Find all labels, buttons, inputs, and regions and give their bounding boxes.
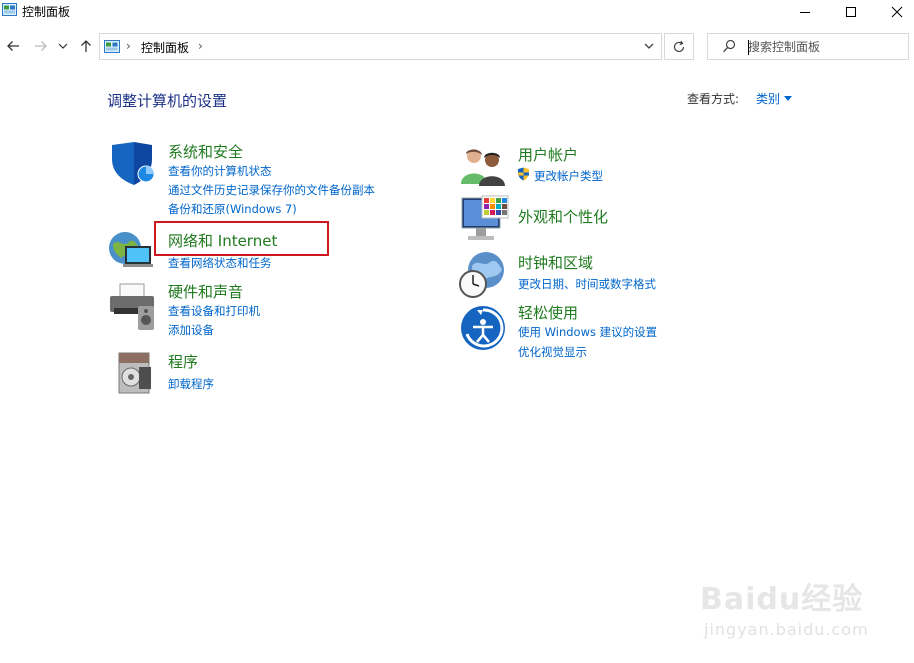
clock-globe-icon[interactable]	[458, 250, 508, 300]
breadcrumb-separator-icon[interactable]: ›	[198, 39, 203, 53]
uac-shield-icon	[518, 167, 529, 181]
devices-printers-link[interactable]: 查看设备和打印机	[168, 303, 260, 319]
minimize-icon	[800, 12, 810, 13]
recent-locations-button[interactable]	[56, 36, 70, 56]
refresh-icon	[673, 40, 685, 52]
window-title: 控制面板	[22, 5, 71, 19]
search-icon	[723, 39, 736, 53]
network-status-link[interactable]: 查看网络状态和任务	[168, 255, 272, 271]
dropdown-arrow-icon	[784, 96, 793, 101]
appearance-title[interactable]: 外观和个性化	[518, 206, 608, 227]
control-panel-icon	[2, 3, 17, 16]
breadcrumb-control-panel[interactable]: 控制面板	[141, 39, 189, 56]
programs-icon[interactable]	[113, 349, 155, 395]
search-input[interactable]	[748, 37, 898, 56]
highlight-box	[154, 221, 329, 256]
close-button[interactable]	[874, 0, 914, 24]
close-icon	[891, 6, 903, 18]
appearance-monitor-icon[interactable]	[460, 194, 510, 244]
add-device-link[interactable]: 添加设备	[168, 322, 214, 338]
back-button[interactable]	[3, 36, 23, 56]
forward-arrow-icon	[35, 41, 47, 51]
file-history-link[interactable]: 通过文件历史记录保存你的文件备份副本	[168, 182, 375, 198]
chevron-down-icon	[58, 43, 68, 49]
user-accounts-icon[interactable]	[460, 146, 506, 186]
view-computer-status-link[interactable]: 查看你的计算机状态	[168, 163, 272, 179]
address-bar[interactable]: › 控制面板 ›	[99, 33, 662, 60]
watermark-logo: Baidu经验	[700, 582, 864, 617]
network-globe-icon[interactable]	[107, 226, 157, 276]
control-panel-icon	[104, 40, 120, 53]
uninstall-program-link[interactable]: 卸载程序	[168, 376, 214, 392]
clock-region-title[interactable]: 时钟和区域	[518, 252, 593, 273]
optimize-display-link[interactable]: 优化视觉显示	[518, 344, 587, 360]
view-by-dropdown[interactable]: 类别	[756, 90, 793, 107]
up-button[interactable]	[76, 36, 96, 56]
shield-icon[interactable]	[108, 141, 156, 189]
up-arrow-icon	[81, 40, 91, 52]
system-security-title[interactable]: 系统和安全	[168, 141, 243, 162]
view-by-value[interactable]: 类别	[756, 90, 780, 107]
backup-restore-link[interactable]: 备份和还原(Windows 7)	[168, 201, 297, 217]
search-box[interactable]	[707, 33, 909, 60]
programs-title[interactable]: 程序	[168, 351, 198, 372]
change-account-type-link[interactable]: 更改帐户类型	[534, 168, 603, 184]
refresh-button[interactable]	[664, 33, 694, 60]
back-arrow-icon	[7, 41, 19, 51]
view-by-label: 查看方式:	[687, 92, 740, 106]
ease-of-access-icon[interactable]	[459, 304, 507, 352]
forward-button[interactable]	[31, 36, 51, 56]
recommended-settings-link[interactable]: 使用 Windows 建议的设置	[518, 324, 657, 340]
watermark-url: jingyan.baidu.com	[704, 620, 869, 639]
breadcrumb-separator-icon[interactable]: ›	[126, 39, 131, 53]
hardware-sound-title[interactable]: 硬件和声音	[168, 281, 243, 302]
maximize-icon	[846, 7, 856, 17]
title-bar: 控制面板	[0, 0, 914, 24]
chevron-down-icon[interactable]	[641, 38, 657, 54]
ease-of-access-title[interactable]: 轻松使用	[518, 302, 578, 323]
printer-icon[interactable]	[108, 282, 158, 332]
watermark: Baidu经验 jingyan.baidu.com	[700, 574, 900, 644]
user-accounts-title[interactable]: 用户帐户	[518, 144, 578, 165]
minimize-button[interactable]	[782, 0, 828, 24]
maximize-button[interactable]	[828, 0, 874, 24]
change-date-time-link[interactable]: 更改日期、时间或数字格式	[518, 276, 656, 292]
page-heading: 调整计算机的设置	[107, 92, 228, 110]
